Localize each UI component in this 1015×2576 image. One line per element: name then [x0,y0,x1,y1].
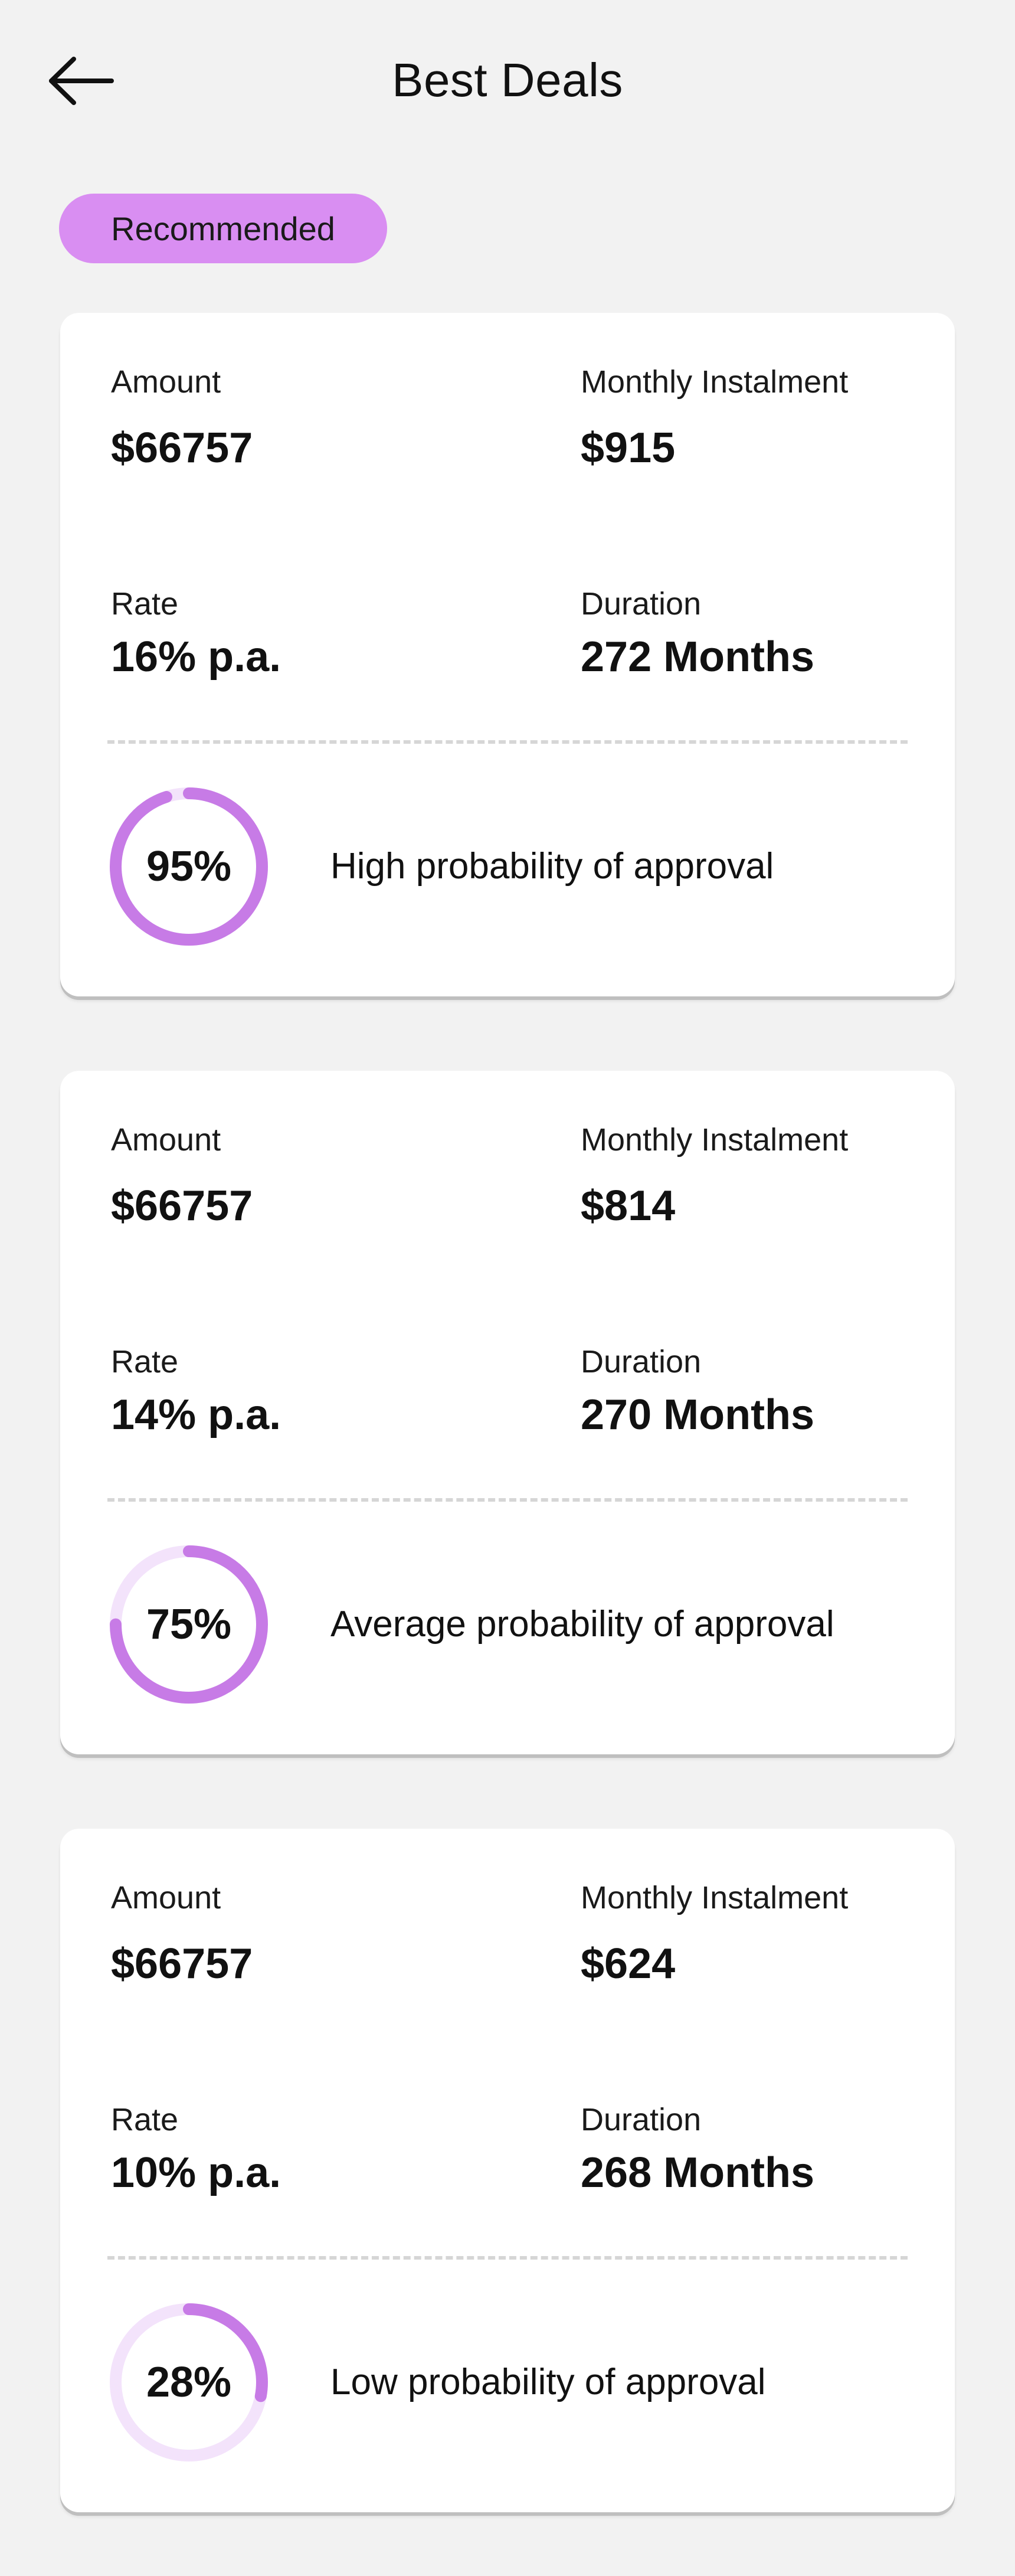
recommended-badge: Recommended [59,194,387,263]
probability-percent: 75% [146,1601,232,1648]
amount-label: Amount [111,1122,221,1158]
monthly-instalment-value: $814 [581,1182,676,1230]
duration-value: 270 Months [581,1391,815,1439]
rate-value: 10% p.a. [111,2149,281,2196]
probability-gauge: 28% [107,2301,270,2464]
approval-status: High probability of approval [330,846,774,887]
monthly-instalment-value: $915 [581,424,676,472]
header: Best Deals [0,0,1015,165]
amount-label: Amount [111,364,221,400]
rate-label: Rate [111,586,179,622]
amount-value: $66757 [111,1182,253,1230]
page-title: Best Deals [392,54,623,106]
probability-gauge: 75% [107,1543,270,1706]
amount-label: Amount [111,1880,221,1915]
rate-label: Rate [111,1344,179,1379]
duration-label: Duration [581,586,702,622]
duration-label: Duration [581,1344,702,1379]
duration-label: Duration [581,2102,702,2137]
deal-card[interactable]: Amount $66757 Monthly Instalment $814 Ra… [60,1071,955,1754]
probability-gauge: 95% [107,785,270,948]
duration-value: 268 Months [581,2149,815,2196]
card-divider [107,1498,908,1502]
monthly-instalment-label: Monthly Instalment [581,364,849,400]
card-divider [107,740,908,744]
monthly-instalment-label: Monthly Instalment [581,1122,849,1158]
rate-label: Rate [111,2102,179,2137]
probability-percent: 95% [146,843,232,890]
deal-card[interactable]: Amount $66757 Monthly Instalment $624 Ra… [60,1829,955,2512]
monthly-instalment-value: $624 [581,1940,676,1987]
duration-value: 272 Months [581,633,815,681]
deal-card[interactable]: Amount $66757 Monthly Instalment $915 Ra… [60,313,955,996]
approval-status: Average probability of approval [330,1604,834,1645]
rate-value: 16% p.a. [111,633,281,681]
card-divider [107,2256,908,2260]
approval-status: Low probability of approval [330,2362,766,2402]
amount-value: $66757 [111,424,253,472]
probability-percent: 28% [146,2359,232,2406]
amount-value: $66757 [111,1940,253,1987]
monthly-instalment-label: Monthly Instalment [581,1880,849,1915]
rate-value: 14% p.a. [111,1391,281,1439]
